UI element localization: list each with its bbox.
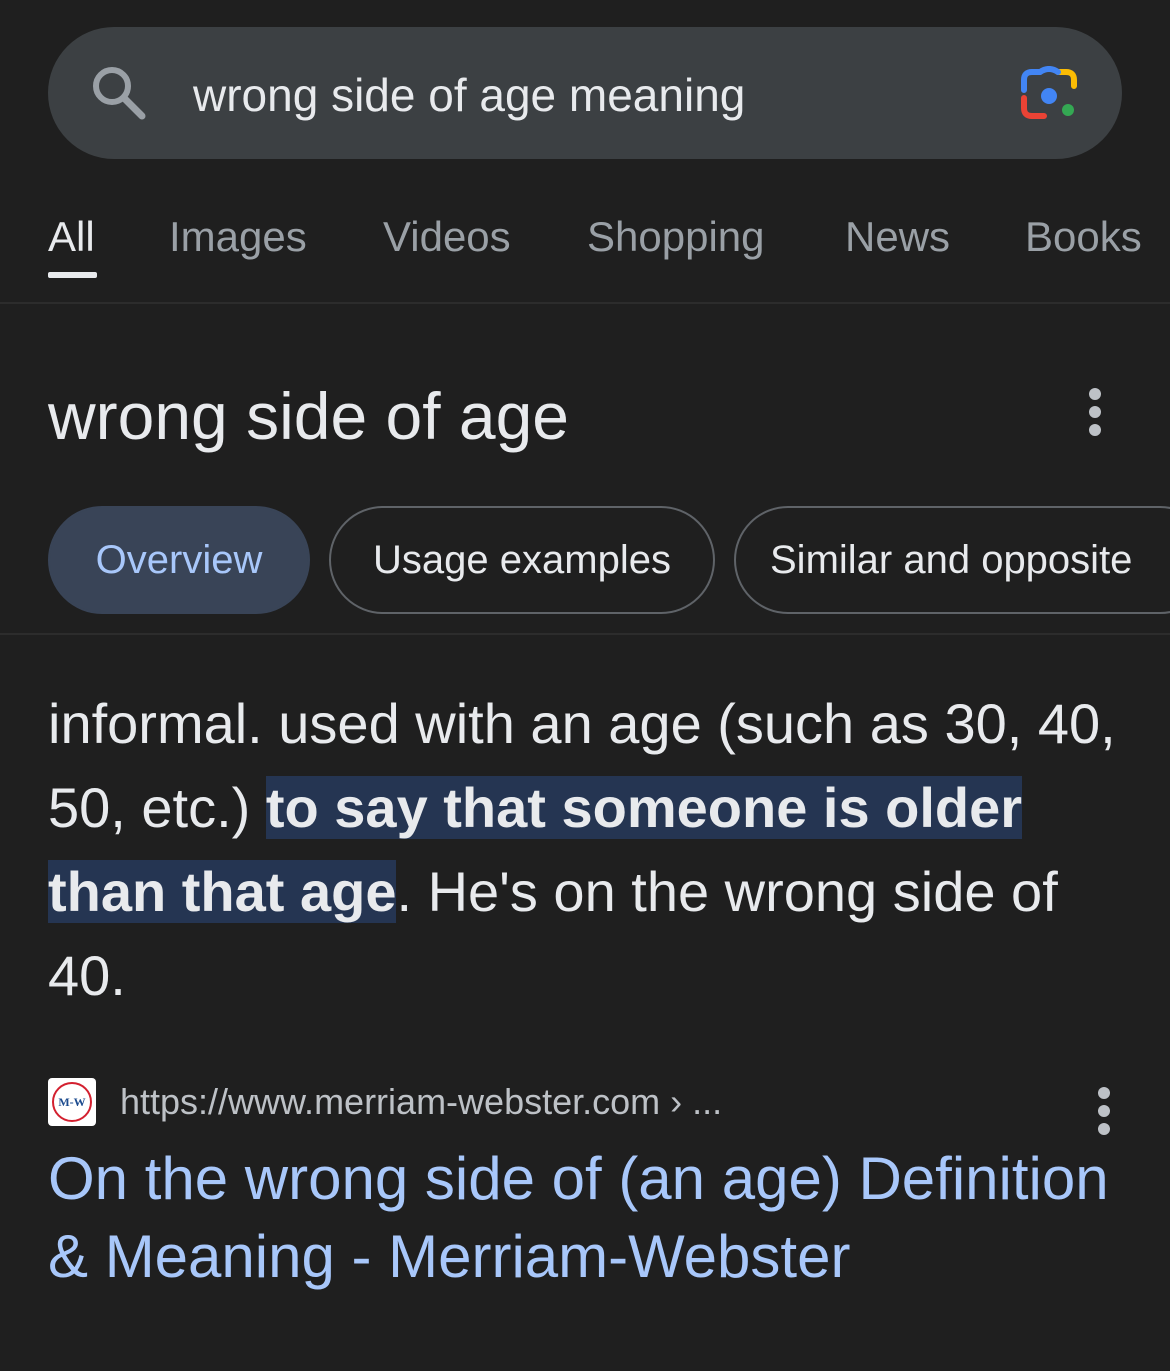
chip-overview[interactable]: Overview <box>48 506 310 614</box>
active-tab-indicator <box>48 272 97 278</box>
definition-text: informal. used with an age (such as 30, … <box>48 682 1138 1018</box>
chip-usage-examples[interactable]: Usage examples <box>329 506 715 614</box>
search-icon[interactable] <box>88 62 148 122</box>
search-input[interactable]: wrong side of age meaning <box>193 66 745 124</box>
chip-similar-and-opposite[interactable]: Similar and opposite <box>734 506 1170 614</box>
chips-divider <box>0 633 1170 635</box>
result-more-options-icon[interactable] <box>1094 1087 1114 1135</box>
tab-images[interactable]: Images <box>169 212 307 262</box>
result-source[interactable]: M-W https://www.merriam-webster.com › ..… <box>48 1076 1122 1126</box>
tab-all[interactable]: All <box>48 212 95 262</box>
dictionary-term-title: wrong side of age <box>48 379 570 453</box>
merriam-webster-favicon: M-W <box>48 1078 96 1126</box>
tab-videos[interactable]: Videos <box>383 212 511 262</box>
tab-news[interactable]: News <box>845 212 950 262</box>
result-url[interactable]: https://www.merriam-webster.com › ... <box>120 1078 722 1126</box>
more-options-icon[interactable] <box>1085 388 1105 436</box>
search-tabs: All Images Videos Shopping News Books <box>0 200 1170 304</box>
dictionary-chips: Overview Usage examples Similar and oppo… <box>0 506 1170 616</box>
tab-books[interactable]: Books <box>1025 212 1142 262</box>
tab-shopping[interactable]: Shopping <box>587 212 765 262</box>
tabs-divider <box>0 302 1170 304</box>
google-lens-icon[interactable] <box>1018 66 1080 122</box>
search-results-page: wrong side of age meaning All Images Vid… <box>0 0 1170 1371</box>
result-title-link[interactable]: On the wrong side of (an age) Definition… <box>48 1140 1128 1296</box>
